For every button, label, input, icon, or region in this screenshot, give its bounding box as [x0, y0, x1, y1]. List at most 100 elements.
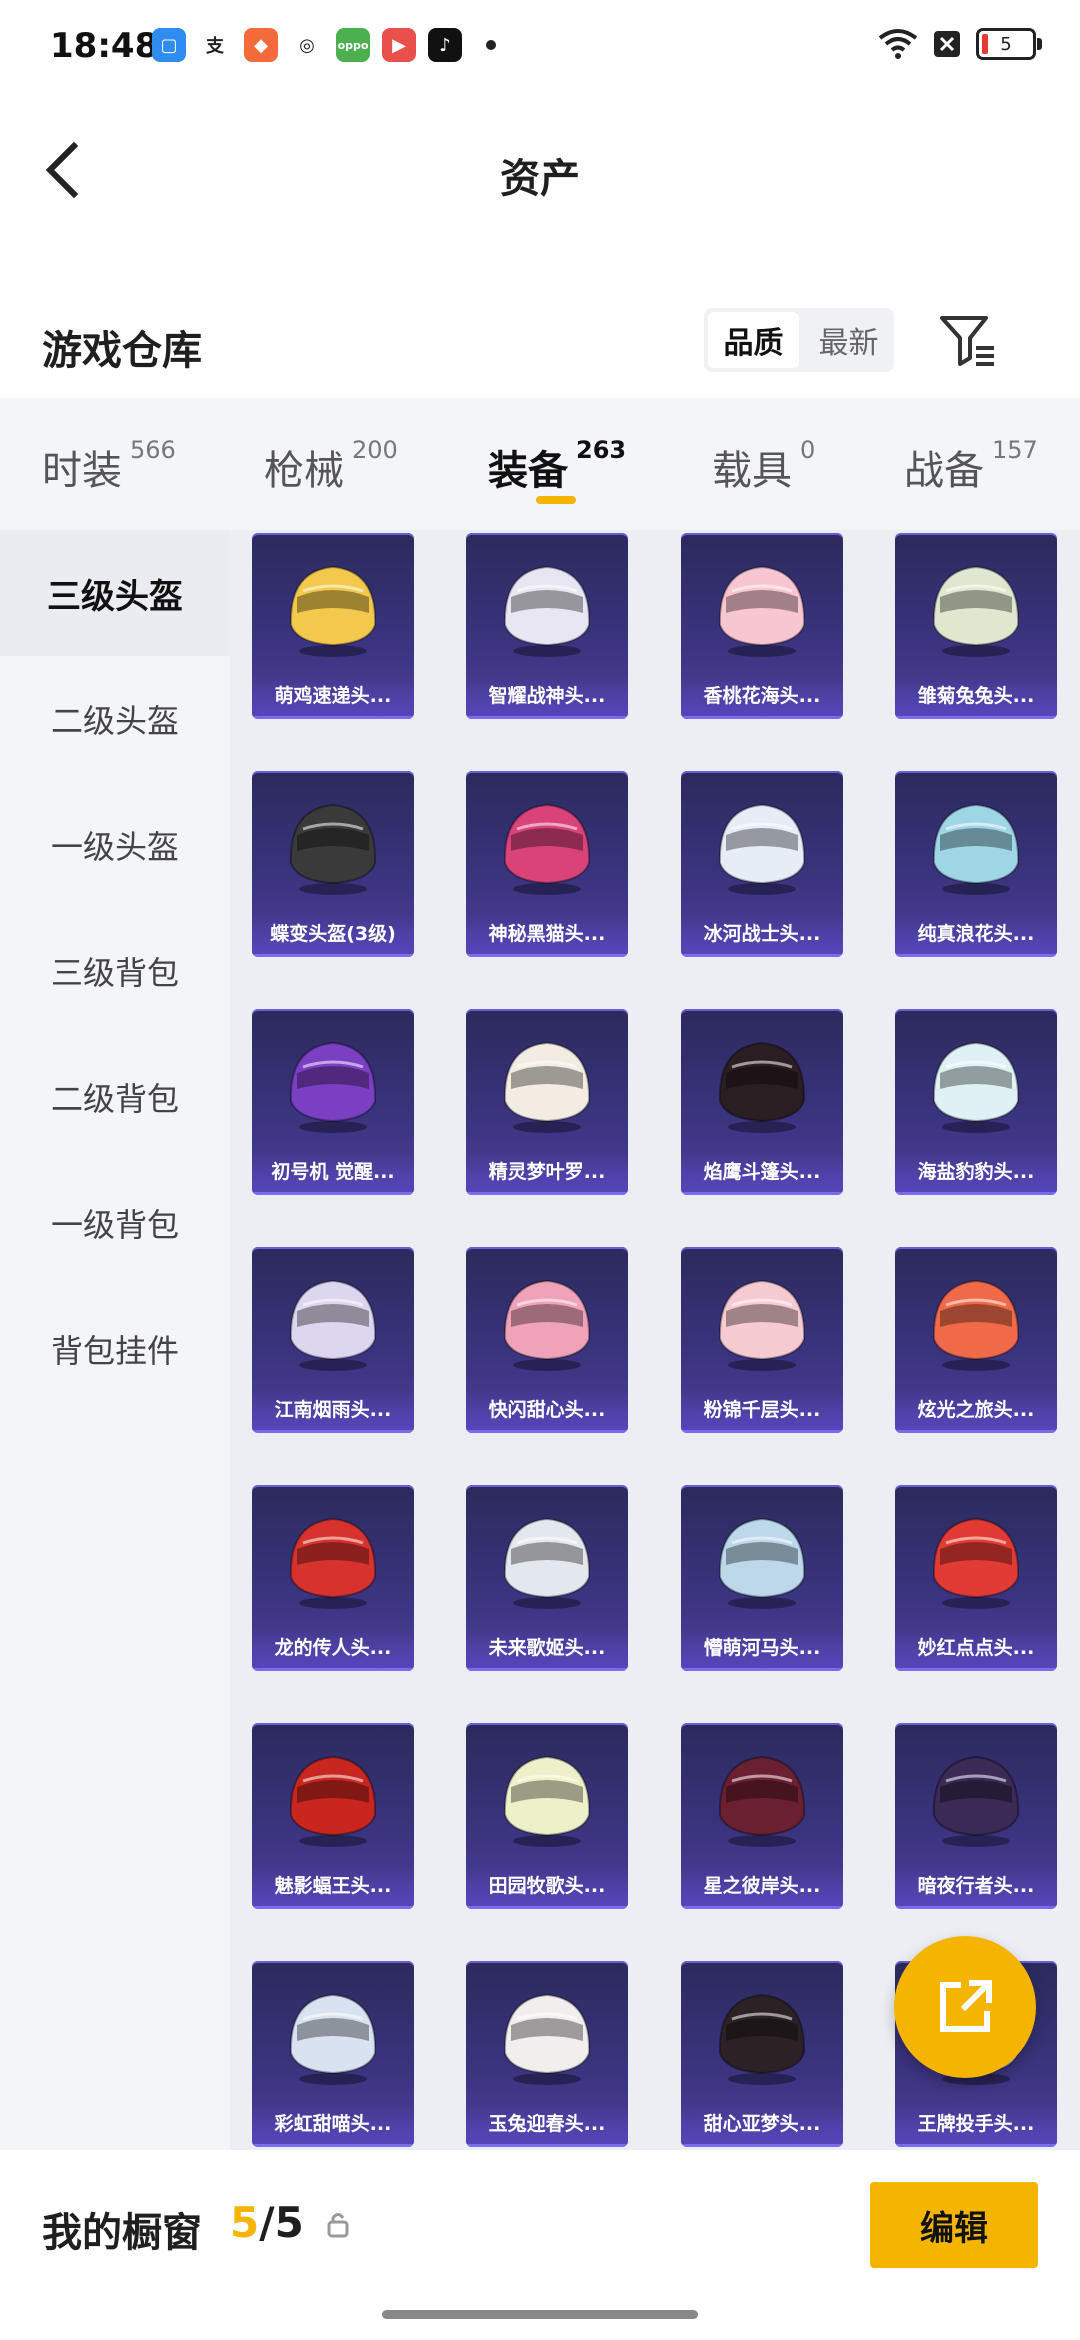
item-card[interactable]: 彩虹甜喵头... — [252, 1961, 414, 2147]
item-name: 龙的传人头... — [252, 1628, 414, 1671]
item-card[interactable]: 星之彼岸头... — [681, 1723, 843, 1909]
item-card[interactable]: 炫光之旅头... — [895, 1247, 1057, 1433]
tab-count: 0 — [800, 436, 816, 464]
more-notifications-dot — [486, 40, 496, 50]
edit-button[interactable]: 编辑 — [870, 2182, 1038, 2268]
item-card[interactable]: 未来歌姬头... — [466, 1485, 628, 1671]
oppo-store-icon: oppo — [336, 28, 370, 62]
item-name: 海盐豹豹头... — [895, 1152, 1057, 1195]
item-name: 暗夜行者头... — [895, 1866, 1057, 1909]
sidebar-item-level1-helmet[interactable]: 一级头盔 — [0, 782, 230, 908]
helmet-icon — [503, 1517, 591, 1609]
item-card[interactable]: 田园牧歌头... — [466, 1723, 628, 1909]
item-card[interactable]: 雏菊兔兔头... — [895, 533, 1057, 719]
sidebar-item-backpack-charm[interactable]: 背包挂件 — [0, 1286, 230, 1412]
sidebar-item-level2-backpack[interactable]: 二级背包 — [0, 1034, 230, 1160]
sidebar-item-level1-backpack[interactable]: 一级背包 — [0, 1160, 230, 1286]
helmet-icon — [718, 1993, 806, 2085]
section-title: 游戏仓库 — [42, 328, 202, 374]
helmet-icon — [932, 1041, 1020, 1133]
helmet-icon — [289, 1041, 377, 1133]
item-name: 初号机 觉醒... — [252, 1152, 414, 1195]
sidebar-item-level2-helmet[interactable]: 二级头盔 — [0, 656, 230, 782]
item-name: 快闪甜心头... — [466, 1390, 628, 1433]
item-name: 冰河战士头... — [681, 914, 843, 957]
helmet-icon — [289, 1755, 377, 1847]
tab-count: 566 — [130, 436, 176, 464]
item-card[interactable]: 香桃花海头... — [681, 533, 843, 719]
item-name: 妙红点点头... — [895, 1628, 1057, 1671]
item-card[interactable]: 精灵梦叶罗... — [466, 1009, 628, 1195]
item-name: 蝶变头盔(3级) — [252, 914, 414, 957]
item-card[interactable]: 神秘黑猫头... — [466, 771, 628, 957]
tab-fashion[interactable]: 时装 566 — [42, 436, 176, 496]
item-card[interactable]: 甜心亚梦头... — [681, 1961, 843, 2147]
item-card[interactable]: 粉锦千层头... — [681, 1247, 843, 1433]
item-name: 智耀战神头... — [466, 676, 628, 719]
helmet-icon — [503, 565, 591, 657]
item-card[interactable]: 暗夜行者头... — [895, 1723, 1057, 1909]
item-name: 香桃花海头... — [681, 676, 843, 719]
item-card[interactable]: 焰鹰斗篷头... — [681, 1009, 843, 1195]
sidebar-item-level3-backpack[interactable]: 三级背包 — [0, 908, 230, 1034]
item-card[interactable]: 妙红点点头... — [895, 1485, 1057, 1671]
helmet-icon — [503, 1279, 591, 1371]
item-card[interactable]: 龙的传人头... — [252, 1485, 414, 1671]
tab-label: 战备 — [904, 448, 984, 494]
item-name: 纯真浪花头... — [895, 914, 1057, 957]
filter-icon[interactable] — [936, 308, 1000, 372]
item-name: 精灵梦叶罗... — [466, 1152, 628, 1195]
item-name: 田园牧歌头... — [466, 1866, 628, 1909]
item-name: 未来歌姬头... — [466, 1628, 628, 1671]
tab-weapons[interactable]: 枪械 200 — [264, 436, 398, 496]
item-card[interactable]: 冰河战士头... — [681, 771, 843, 957]
status-bar: 18:48 ▢ 支 ◆ ◎ oppo ▶ ♪ 5 — [0, 0, 1080, 96]
helmet-icon — [503, 1993, 591, 2085]
item-card[interactable]: 快闪甜心头... — [466, 1247, 628, 1433]
sort-by-newest[interactable]: 最新 — [803, 308, 894, 372]
tab-label: 载具 — [712, 448, 792, 494]
active-tab-indicator — [536, 496, 576, 504]
sort-by-quality[interactable]: 品质 — [708, 312, 799, 368]
helmet-icon — [932, 803, 1020, 895]
tab-count: 157 — [992, 436, 1038, 464]
helmet-icon — [503, 803, 591, 895]
tab-vehicles[interactable]: 载具 0 — [712, 436, 816, 496]
item-card[interactable]: 江南烟雨头... — [252, 1247, 414, 1433]
helmet-icon — [718, 803, 806, 895]
tab-label: 枪械 — [264, 448, 344, 494]
item-card[interactable]: 海盐豹豹头... — [895, 1009, 1057, 1195]
app-notification-icon: ◆ — [244, 28, 278, 62]
item-card[interactable]: 魅影蝠王头... — [252, 1723, 414, 1909]
item-card[interactable]: 纯真浪花头... — [895, 771, 1057, 957]
subcategory-sidebar: 三级头盔 二级头盔 一级头盔 三级背包 二级背包 一级背包 背包挂件 — [0, 530, 230, 2150]
tab-count: 263 — [576, 436, 627, 464]
wifi-icon — [878, 29, 918, 59]
sidebar-item-level3-helmet[interactable]: 三级头盔 — [0, 530, 230, 656]
alipay-icon: 支 — [206, 36, 224, 57]
no-sim-icon — [934, 31, 960, 57]
item-name: 炫光之旅头... — [895, 1390, 1057, 1433]
helmet-icon — [932, 1279, 1020, 1371]
battery-icon: 5 — [976, 28, 1042, 60]
tab-equipment[interactable]: 装备 263 — [488, 436, 627, 496]
item-card[interactable]: 智耀战神头... — [466, 533, 628, 719]
item-card[interactable]: 初号机 觉醒... — [252, 1009, 414, 1195]
share-button[interactable] — [894, 1936, 1036, 2078]
showcase-total: /5 — [259, 2198, 304, 2247]
helmet-icon — [718, 1279, 806, 1371]
item-card[interactable]: 萌鸡速递头... — [252, 533, 414, 719]
item-card[interactable]: 蝶变头盔(3级) — [252, 771, 414, 957]
item-card[interactable]: 玉兔迎春头... — [466, 1961, 628, 2147]
helmet-icon — [289, 803, 377, 895]
category-tabs: 时装 566 枪械 200 装备 263 载具 0 战备 157 — [0, 398, 1080, 530]
home-indicator[interactable] — [382, 2310, 698, 2319]
item-card[interactable]: 懵萌河马头... — [681, 1485, 843, 1671]
sort-toggle: 品质 最新 — [704, 308, 894, 372]
tab-supplies[interactable]: 战备 157 — [904, 436, 1038, 496]
app-notification-icon: ▢ — [152, 28, 186, 62]
item-name: 懵萌河马头... — [681, 1628, 843, 1671]
item-name: 玉兔迎春头... — [466, 2104, 628, 2147]
helmet-icon — [289, 1279, 377, 1371]
title-bar: 资产 — [0, 110, 1080, 230]
